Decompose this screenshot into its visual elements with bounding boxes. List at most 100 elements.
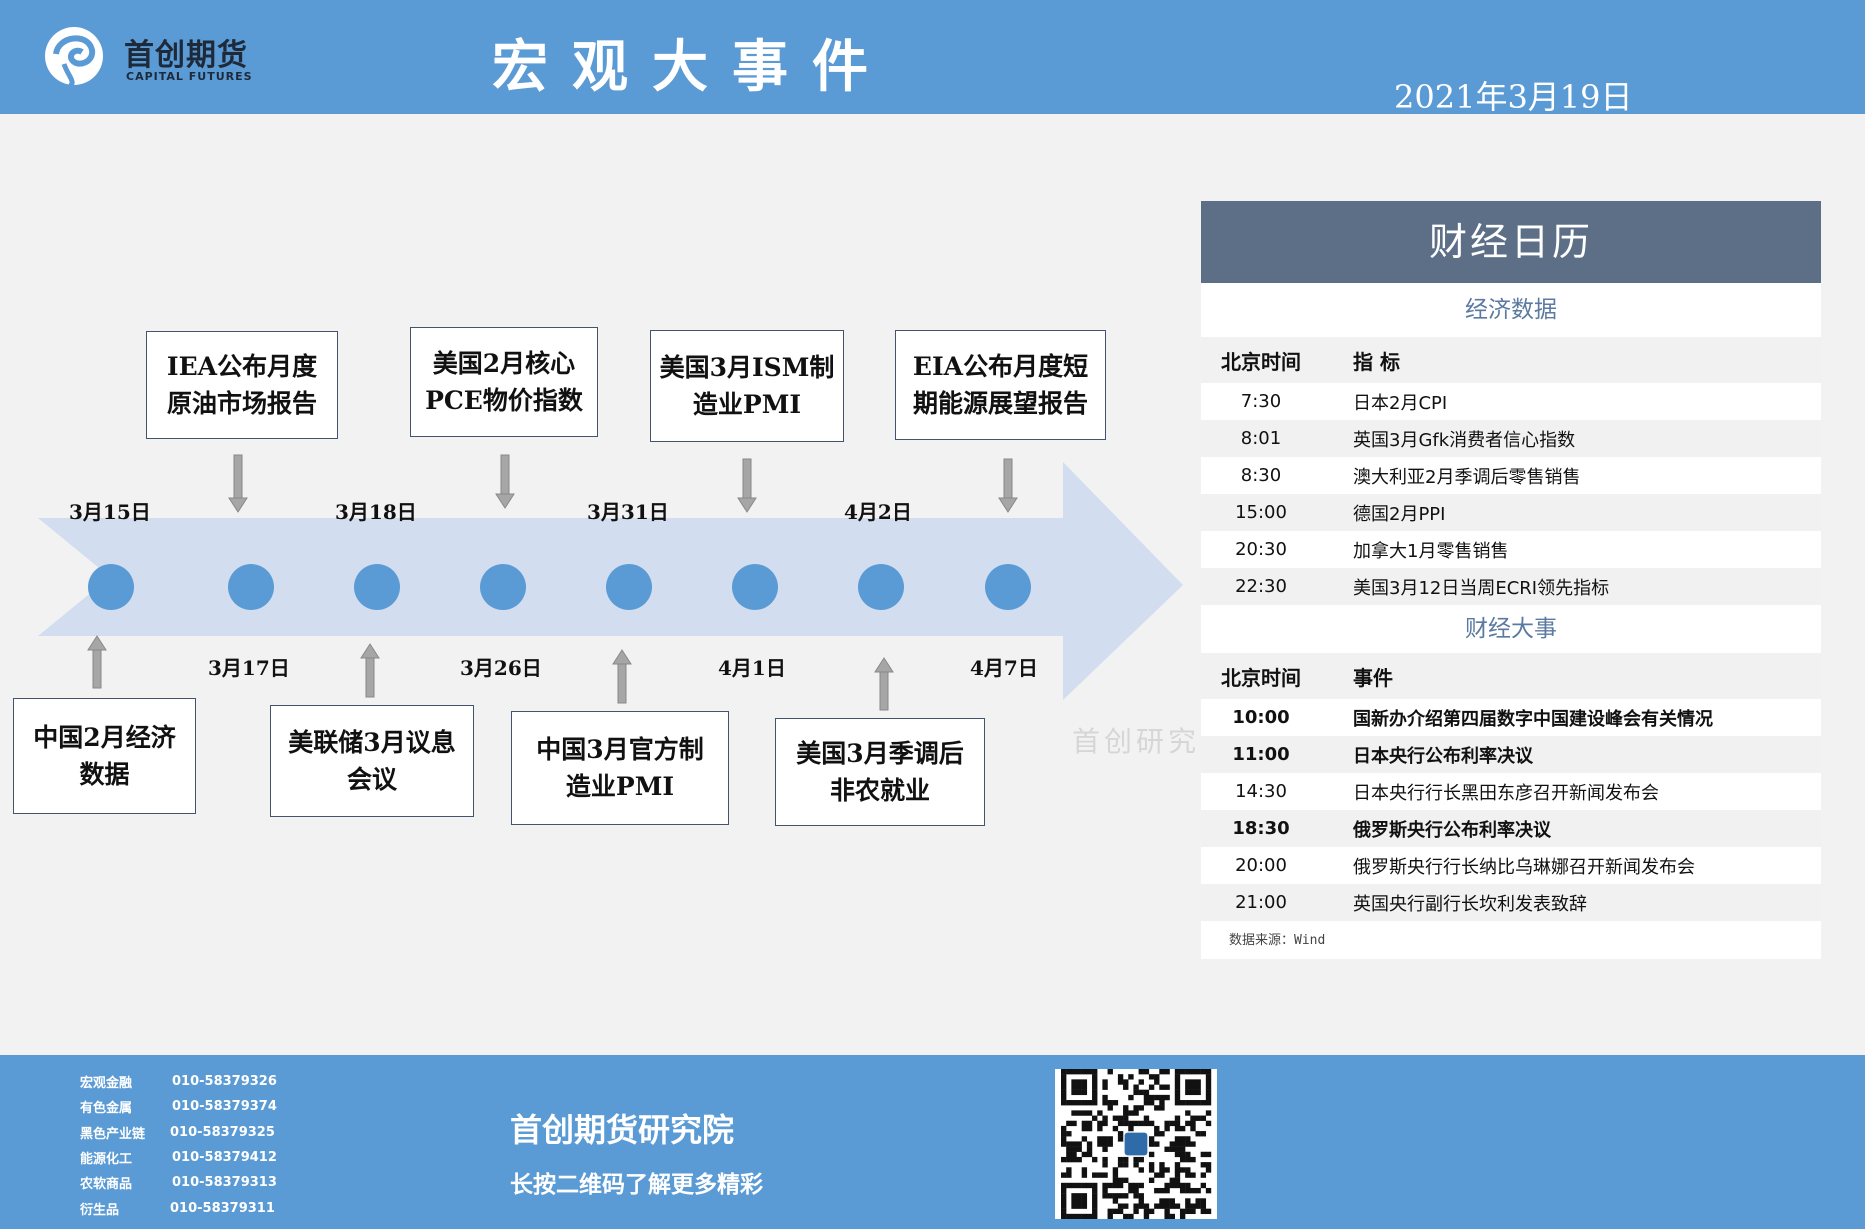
qr-module <box>1174 1074 1181 1080</box>
qr-module <box>1066 1182 1072 1189</box>
qr-module <box>1205 1162 1212 1168</box>
qr-module <box>1185 1084 1191 1090</box>
qr-module <box>1138 1156 1144 1163</box>
table-row: 20:30 加拿大1月零售销售 <box>1201 531 1821 568</box>
qr-module <box>1138 1105 1144 1111</box>
row-text: 澳大利亚2月季调后零售销售 <box>1353 466 1581 488</box>
qr-module <box>1179 1182 1186 1189</box>
qr-module <box>1179 1167 1186 1173</box>
qr-module <box>1169 1213 1175 1219</box>
qr-module <box>1097 1125 1103 1132</box>
qr-module <box>1164 1069 1170 1075</box>
qr-module <box>1061 1213 1067 1219</box>
qr-module <box>1174 1084 1181 1090</box>
qr-module <box>1061 1156 1067 1163</box>
qr-module <box>1061 1187 1067 1194</box>
qr-module <box>1071 1151 1077 1158</box>
row-text: 加拿大1月零售销售 <box>1353 540 1509 562</box>
qr-module <box>1066 1213 1072 1219</box>
qr-module <box>1205 1069 1212 1075</box>
qr-module <box>1102 1084 1108 1090</box>
qr-module <box>1143 1115 1150 1121</box>
qr-module <box>1174 1115 1181 1121</box>
row-time: 8:30 <box>1240 465 1282 486</box>
table-row: 8:30 澳大利亚2月季调后零售销售 <box>1201 457 1821 494</box>
qr-module <box>1081 1167 1088 1173</box>
qr-module <box>1179 1156 1186 1163</box>
qr-module <box>1061 1193 1067 1199</box>
qr-module <box>1117 1162 1124 1168</box>
row-text: 俄罗斯央行公布利率决议 <box>1353 819 1551 841</box>
qr-module <box>1190 1203 1196 1209</box>
qr-module <box>1102 1172 1108 1178</box>
qr-module <box>1102 1100 1108 1106</box>
econ-data-section-title: 经济数据 <box>1201 283 1821 337</box>
contact-phone: 010-58379313 <box>172 1175 277 1191</box>
table-row: 15:00 德国2月PPI <box>1201 494 1821 531</box>
up-arrow-icon <box>87 635 107 689</box>
qr-module <box>1169 1177 1175 1183</box>
qr-module <box>1071 1100 1077 1106</box>
qr-module <box>1102 1094 1108 1101</box>
qr-module <box>1061 1074 1067 1080</box>
qr-module <box>1205 1100 1212 1106</box>
qr-module <box>1154 1125 1160 1132</box>
qr-module <box>1159 1167 1165 1173</box>
qr-module <box>1076 1069 1082 1075</box>
qr-module <box>1081 1213 1088 1219</box>
qr-module <box>1200 1172 1207 1178</box>
qr-module <box>1117 1156 1124 1163</box>
qr-module <box>1174 1177 1181 1183</box>
qr-module <box>1133 1208 1139 1215</box>
qr-module <box>1081 1193 1088 1199</box>
contact-dept: 有色金属 <box>80 1101 133 1117</box>
qr-module <box>1195 1069 1201 1075</box>
qr-module <box>1138 1120 1144 1127</box>
qr-module <box>1112 1125 1119 1132</box>
qr-module <box>1138 1069 1144 1075</box>
event-box-fomc-meeting: 美联储3月议息 会议 <box>270 705 474 817</box>
qr-module <box>1123 1162 1129 1168</box>
row-text: 英国3月Gfk消费者信心指数 <box>1353 429 1576 451</box>
date-label-upper: 4月2日 <box>844 500 912 524</box>
research-watermark: 首创研究 <box>1072 725 1201 758</box>
qr-module <box>1200 1208 1207 1215</box>
qr-module <box>1081 1198 1088 1204</box>
timeline-node <box>228 564 274 610</box>
qr-module <box>1123 1115 1129 1121</box>
qr-module <box>1112 1115 1119 1121</box>
qr-module <box>1128 1110 1134 1116</box>
qr-module <box>1071 1213 1077 1219</box>
row-text: 美国3月12日当周ECRI领先指标 <box>1353 577 1610 599</box>
qr-module <box>1159 1131 1165 1137</box>
qr-module <box>1154 1141 1160 1147</box>
qr-module <box>1086 1146 1093 1152</box>
date-label-upper: 3月18日 <box>335 500 417 524</box>
qr-module <box>1138 1079 1144 1085</box>
qr-module <box>1195 1089 1201 1096</box>
qr-module <box>1159 1187 1165 1194</box>
qr-module <box>1102 1162 1108 1168</box>
contact-list: 宏观金融 010-58379326 有色金属 010-58379374 黑色产业… <box>80 1069 277 1221</box>
qr-module <box>1190 1156 1196 1163</box>
qr-module <box>1148 1167 1155 1173</box>
event-box-us-core-pce: 美国2月核心 PCE物价指数 <box>410 327 598 437</box>
qr-module <box>1107 1105 1113 1111</box>
timeline-node <box>606 564 652 610</box>
qr-module <box>1071 1141 1077 1147</box>
qr-module <box>1066 1120 1072 1127</box>
qr-module <box>1205 1094 1212 1101</box>
qr-module <box>1061 1208 1067 1215</box>
qr-module <box>1185 1172 1191 1178</box>
qr-code-icon[interactable] <box>1055 1069 1217 1219</box>
qr-module <box>1154 1203 1160 1209</box>
qr-module <box>1174 1125 1181 1132</box>
qr-module <box>1117 1193 1124 1199</box>
qr-module <box>1081 1136 1088 1142</box>
column-header-time: 北京时间 <box>1221 665 1301 690</box>
qr-module <box>1148 1100 1155 1106</box>
qr-module <box>1164 1182 1170 1189</box>
qr-module <box>1195 1115 1201 1121</box>
institute-slogan: 长按二维码了解更多精彩 <box>510 1172 763 1198</box>
qr-module <box>1076 1089 1082 1096</box>
